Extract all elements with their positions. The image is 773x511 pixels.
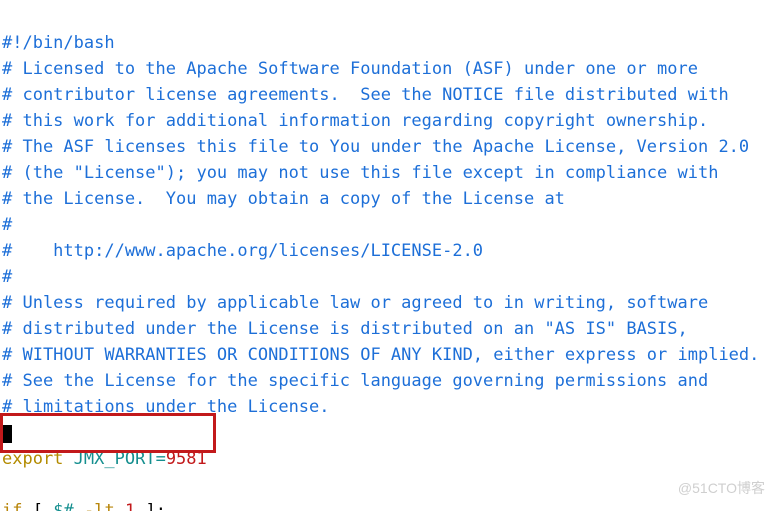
- code-line: # limitations under the License.: [2, 397, 330, 417]
- space: [63, 449, 73, 469]
- operator-lt: -lt: [84, 501, 115, 511]
- cursor-block-icon: [2, 425, 12, 443]
- code-line: # Licensed to the Apache Software Founda…: [2, 59, 698, 79]
- space: [22, 501, 32, 511]
- keyword-if: if: [2, 501, 22, 511]
- code-line: # http://www.apache.org/licenses/LICENSE…: [2, 241, 483, 261]
- equals-sign: =: [156, 449, 166, 469]
- code-line: # the License. You may obtain a copy of …: [2, 189, 565, 209]
- code-line: #!/bin/bash: [2, 33, 115, 53]
- code-block: #!/bin/bash # Licensed to the Apache Sof…: [0, 0, 773, 511]
- code-line-if: if [ $# -lt 1 ];: [2, 501, 166, 511]
- number-literal: 1: [125, 501, 135, 511]
- code-line: # Unless required by applicable law or a…: [2, 293, 708, 313]
- code-line: #: [2, 215, 12, 235]
- code-line-export: export JMX_PORT=9581: [2, 449, 207, 469]
- code-line: # this work for additional information r…: [2, 111, 708, 131]
- space: [135, 501, 145, 511]
- keyword-export: export: [2, 449, 63, 469]
- code-line: #: [2, 267, 12, 287]
- space: [115, 501, 125, 511]
- bracket-open: [: [33, 501, 43, 511]
- code-line: # contributor license agreements. See th…: [2, 85, 729, 105]
- dollar-hash-var: $#: [53, 501, 73, 511]
- identifier-jmx-port: JMX_PORT: [74, 449, 156, 469]
- bracket-close: ]: [145, 501, 155, 511]
- space: [43, 501, 53, 511]
- code-line: # WITHOUT WARRANTIES OR CONDITIONS OF AN…: [2, 345, 759, 365]
- semicolon: ;: [156, 501, 166, 511]
- code-line: # distributed under the License is distr…: [2, 319, 688, 339]
- code-line: # The ASF licenses this file to You unde…: [2, 137, 749, 157]
- number-literal: 9581: [166, 449, 207, 469]
- code-line: # (the "License"); you may not use this …: [2, 163, 718, 183]
- space: [74, 501, 84, 511]
- code-line: # See the License for the specific langu…: [2, 371, 708, 391]
